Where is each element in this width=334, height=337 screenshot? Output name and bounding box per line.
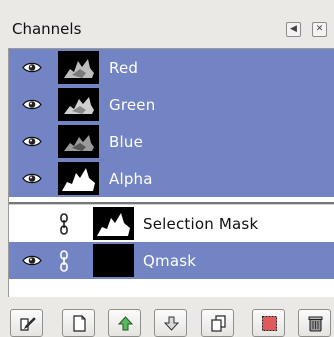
- edit-attributes-icon: [20, 317, 36, 331]
- channel-row-blue[interactable]: Blue: [9, 123, 334, 160]
- raise-channel-button[interactable]: [108, 309, 141, 337]
- channel-thumbnail: [93, 244, 134, 277]
- down-arrow-icon: [163, 316, 180, 331]
- channels-dock: Channels ◀ ✕ Red Green Blue Alpha Select…: [0, 0, 334, 337]
- channel-label: Green: [109, 96, 156, 114]
- edit-channel-attributes-button[interactable]: [10, 309, 43, 337]
- eye-icon[interactable]: [22, 61, 42, 74]
- channel-label: Blue: [109, 133, 143, 151]
- eye-icon[interactable]: [22, 254, 42, 267]
- channel-thumbnail: [58, 125, 99, 158]
- channel-row-qmask[interactable]: Qmask: [9, 242, 334, 279]
- close-icon[interactable]: ✕: [312, 22, 327, 37]
- channel-row-red[interactable]: Red: [9, 49, 334, 86]
- channels-toolbar: [0, 298, 334, 337]
- channel-row-alpha[interactable]: Alpha: [9, 160, 334, 197]
- channel-thumbnail: [93, 207, 134, 240]
- selection-icon: [262, 316, 277, 331]
- channel-label: Qmask: [143, 252, 197, 270]
- lower-channel-button[interactable]: [154, 309, 187, 337]
- dock-header: Channels ◀ ✕: [0, 0, 334, 44]
- channel-row-selection-mask[interactable]: Selection Mask: [9, 205, 334, 242]
- channel-label: Red: [109, 59, 139, 77]
- duplicate-icon: [211, 315, 226, 332]
- eye-icon[interactable]: [22, 172, 42, 185]
- eye-icon[interactable]: [22, 135, 42, 148]
- channel-label: Alpha: [109, 170, 153, 188]
- panel-title: Channels: [12, 20, 82, 38]
- channel-thumbnail: [58, 51, 99, 84]
- delete-channel-button[interactable]: [298, 309, 331, 337]
- menu-arrow-icon[interactable]: ◀: [286, 22, 301, 37]
- channel-thumbnail: [58, 88, 99, 121]
- channel-label: Selection Mask: [143, 215, 259, 233]
- channels-list: Red Green Blue Alpha Selection Mask Qmas…: [8, 48, 334, 297]
- up-arrow-icon: [117, 316, 134, 331]
- channel-row-green[interactable]: Green: [9, 86, 334, 123]
- channel-to-selection-button[interactable]: [252, 309, 285, 337]
- new-page-icon: [73, 315, 86, 332]
- duplicate-channel-button[interactable]: [201, 309, 234, 337]
- new-channel-button[interactable]: [62, 309, 95, 337]
- chain-link-icon[interactable]: [58, 250, 70, 272]
- trash-icon: [308, 316, 323, 332]
- channel-thumbnail: [58, 162, 99, 195]
- eye-icon[interactable]: [22, 98, 42, 111]
- chain-link-icon[interactable]: [58, 213, 70, 235]
